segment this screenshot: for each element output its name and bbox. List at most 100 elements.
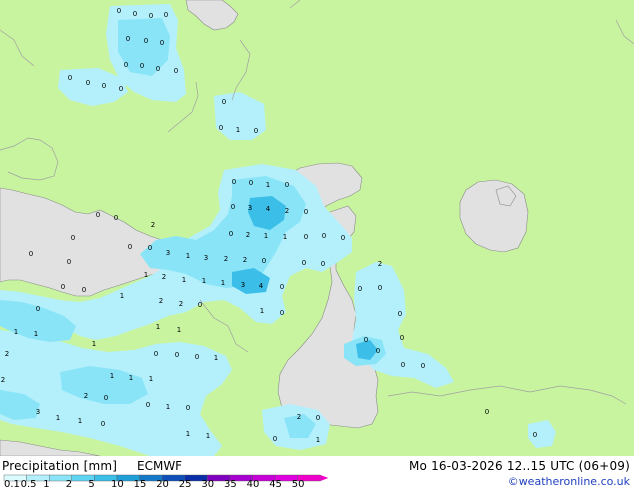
precip-value-label: 1 <box>260 307 264 315</box>
legend-tick-label: 0.1 <box>4 479 20 490</box>
precip-value-label: 0 <box>140 62 144 70</box>
precip-value-label: 3 <box>36 408 40 416</box>
precip-value-label: 0 <box>175 351 179 359</box>
precip-value-label: 0 <box>341 234 345 242</box>
legend-overflow-arrow <box>320 475 329 481</box>
precip-value-label: 0 <box>358 285 362 293</box>
precip-value-label: 2 <box>224 255 228 263</box>
precip-value-label: 0 <box>219 124 223 132</box>
precip-value-label: 2 <box>1 376 5 384</box>
precip-value-label: 1 <box>236 126 240 134</box>
precip-value-label: 0 <box>232 178 236 186</box>
legend-tick-label: 50 <box>291 479 305 490</box>
precip-value-label: 0 <box>117 7 121 15</box>
precip-value-label: 0 <box>316 414 320 422</box>
precip-value-label: 0 <box>400 334 404 342</box>
precip-value-label: 1 <box>214 354 218 362</box>
precip-value-label: 0 <box>96 211 100 219</box>
precip-value-label: 2 <box>297 413 301 421</box>
precip-value-label: 2 <box>5 350 9 358</box>
precip-value-label: 1 <box>202 277 206 285</box>
precip-value-label: 0 <box>398 310 402 318</box>
precip-value-label: 0 <box>160 39 164 47</box>
precip-value-label: 4 <box>266 205 271 213</box>
precip-value-label: 1 <box>34 330 38 338</box>
precip-value-label: 0 <box>156 65 160 73</box>
legend-tick-label: 15 <box>133 479 147 490</box>
legend-tick-label: 2 <box>65 479 73 490</box>
legend-tick-label: 40 <box>246 479 260 490</box>
precip-value-label: 0 <box>61 283 65 291</box>
precip-value-label: 0 <box>364 336 368 344</box>
precip-value-label: 1 <box>120 292 124 300</box>
precip-value-label: 2 <box>159 297 163 305</box>
precip-value-label: 1 <box>206 432 210 440</box>
precip-value-label: 0 <box>186 404 190 412</box>
precip-value-label: 0 <box>262 257 266 265</box>
precip-value-label: 3 <box>241 281 245 289</box>
precip-value-label: 0 <box>485 408 489 416</box>
precip-value-label: 0 <box>119 85 123 93</box>
legend-tick-label: 45 <box>269 479 282 490</box>
legend-tick-label: 20 <box>156 479 169 490</box>
precip-value-label: 0 <box>133 10 137 18</box>
credit-link[interactable]: ©weatheronline.co.uk <box>508 475 630 489</box>
precip-value-label: 0 <box>280 283 284 291</box>
valid-time: Mo 16-03-2026 12..15 UTC (06+09) <box>408 459 630 473</box>
precip-value-label: 1 <box>266 181 270 189</box>
legend-tick-label: 0.5 <box>20 479 37 490</box>
legend-tick-label: 5 <box>88 479 95 490</box>
precip-value-label: 3 <box>204 254 208 262</box>
precip-value-label: 0 <box>322 232 326 240</box>
precip-value-label: 0 <box>174 67 178 75</box>
precip-value-label: 1 <box>149 375 153 383</box>
precip-value-label: 2 <box>179 300 183 308</box>
precip-value-label: 0 <box>302 259 306 267</box>
precip-value-label: 0 <box>249 179 253 187</box>
precip-value-label: 0 <box>421 362 425 370</box>
precip-value-label: 0 <box>67 258 71 266</box>
precip-value-label: 1 <box>92 340 96 348</box>
precip-value-label: 4 <box>259 282 264 290</box>
precip-value-label: 0 <box>149 12 153 20</box>
precip-value-label: 1 <box>156 323 160 331</box>
precipitation-map: 0 0 0 0 0 0 0 0 0 0 0 0 0 0 0 0 0 1 0 0 0 1 0 0 0 2 0 3 4 2 0 0 0 0 0 0 0 2 1 1… <box>0 0 634 456</box>
precip-value-label: 1 <box>283 233 287 241</box>
precip-value-label: 2 <box>162 273 166 281</box>
precip-value-label: 1 <box>56 414 60 422</box>
precip-value-label: 1 <box>144 271 148 279</box>
precip-value-label: 1 <box>264 232 268 240</box>
precip-value-label: 0 <box>29 250 33 258</box>
precip-value-label: 0 <box>222 98 226 106</box>
precip-value-label: 0 <box>102 82 106 90</box>
precip-value-label: 1 <box>177 326 181 334</box>
precip-value-label: 0 <box>321 260 325 268</box>
precip-value-label: 0 <box>126 35 130 43</box>
precip-value-label: 3 <box>248 204 252 212</box>
precipitation-legend: 0.1 0.5 1 2 5 10 15 20 25 30 35 40 45 50 <box>0 474 330 490</box>
model-name: ECMWF <box>137 459 183 473</box>
precip-value-label: 0 <box>164 11 168 19</box>
precip-value-label: 0 <box>273 435 277 443</box>
precip-value-label: 0 <box>154 350 158 358</box>
precip-value-label: 0 <box>68 74 72 82</box>
precip-value-label: 0 <box>114 214 118 222</box>
legend-tick-label: 1 <box>43 479 50 490</box>
map-title: Precipitation [mm] <box>2 459 118 473</box>
precip-value-label: 0 <box>71 234 75 242</box>
precip-value-label: 0 <box>86 79 90 87</box>
precip-value-label: 1 <box>182 276 186 284</box>
precip-value-label: 0 <box>101 420 105 428</box>
legend-tick-label: 30 <box>201 479 215 490</box>
precip-value-label: 0 <box>124 61 128 69</box>
precip-value-label: 0 <box>378 284 382 292</box>
precip-value-label: 2 <box>285 207 289 215</box>
precip-value-label: 2 <box>243 256 247 264</box>
precip-value-label: 2 <box>84 392 88 400</box>
precip-value-label: 2 <box>151 221 155 229</box>
precip-value-label: 0 <box>82 286 86 294</box>
precip-value-label: 1 <box>316 436 320 444</box>
precip-value-label: 1 <box>221 279 225 287</box>
legend-tick-label: 10 <box>111 479 124 490</box>
precip-value-label: 2 <box>246 231 250 239</box>
